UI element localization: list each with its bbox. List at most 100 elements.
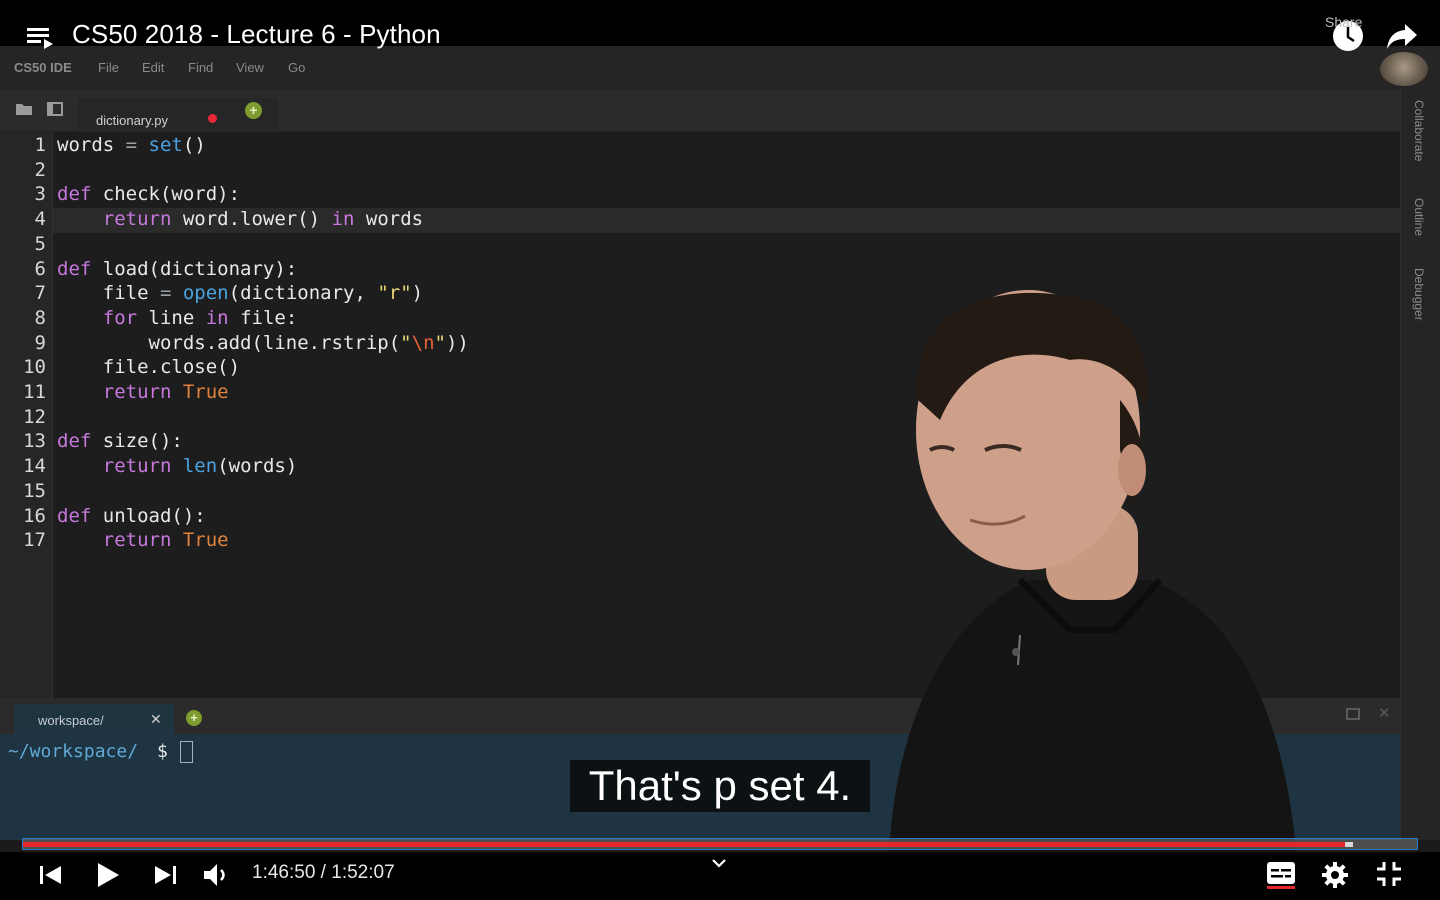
ide-menu-file: File: [98, 60, 119, 75]
file-tree-icon: [47, 102, 63, 116]
player-controls: 1:46:50 / 1:52:07: [0, 852, 1440, 900]
code-token: )): [445, 331, 469, 354]
code-token: def: [57, 257, 92, 280]
code-line: def size():: [57, 429, 183, 454]
line-number: 11: [23, 381, 46, 403]
code-token: words.add(line.rstrip(: [57, 331, 401, 354]
file-tab-label: dictionary.py: [96, 113, 169, 128]
share-label[interactable]: Share: [1325, 14, 1362, 30]
time-current: 1:46:50: [252, 862, 316, 883]
terminal-close-icon: ✕: [1378, 705, 1391, 722]
terminal-tab: workspace/ ✕: [14, 704, 174, 734]
code-line: def load(dictionary):: [57, 257, 297, 282]
code-line: return True: [57, 528, 229, 553]
line-number: 14: [23, 455, 46, 478]
code-line: file = open(dictionary, "r"): [57, 281, 423, 306]
code-token: \n: [411, 331, 435, 354]
code-token: True: [182, 529, 229, 552]
prompt-path: ~/workspace/: [8, 741, 139, 762]
line-number: 4: [34, 208, 46, 231]
code-line: def unload():: [57, 504, 206, 529]
code-token: return: [102, 208, 172, 231]
code-token: unload():: [91, 504, 206, 527]
code-token: check(word):: [91, 183, 241, 206]
window-restore-icon: [1346, 708, 1360, 720]
code-line: words.add(line.rstrip("\n")): [57, 331, 469, 356]
time-separator: /: [315, 862, 332, 883]
code-token: True: [182, 381, 229, 403]
settings-gear-icon[interactable]: [1321, 861, 1349, 889]
code-token: ": [434, 331, 446, 354]
code-line: for line in file:: [57, 306, 298, 331]
line-number: 13: [23, 430, 46, 453]
video-title[interactable]: CS50 2018 - Lecture 6 - Python: [72, 19, 441, 50]
side-tab-debugger: Debugger: [1412, 268, 1426, 321]
ide-user-avatar: [1380, 52, 1428, 86]
volume-icon[interactable]: [202, 861, 230, 889]
line-number: 16: [23, 504, 46, 527]
line-number: 5: [34, 232, 46, 255]
code-token: (words): [217, 455, 298, 478]
subtitles-icon[interactable]: [1266, 861, 1296, 889]
code-token: len: [182, 455, 218, 478]
line-number: 9: [34, 331, 46, 354]
code-token: (dictionary,: [228, 282, 378, 305]
player-top-bar: CS50 2018 - Lecture 6 - Python: [0, 0, 1440, 51]
code-token: load(dictionary):: [91, 257, 298, 280]
add-tab-icon: +: [245, 102, 262, 119]
ide-tabbar: dictionary.py: [0, 90, 1400, 132]
presenter-figure: [890, 290, 1295, 900]
code-token: return: [102, 529, 172, 552]
prompt-symbol: $: [157, 741, 168, 762]
progress-fill: [23, 842, 1345, 847]
code-token: return: [102, 381, 172, 403]
code-line: words = set(): [57, 133, 206, 158]
ide-menu-go: Go: [288, 60, 306, 75]
line-number: 7: [34, 282, 46, 305]
line-number: 12: [23, 405, 46, 428]
code-token: for: [102, 306, 138, 329]
line-gutter: 1 2 3 4 5 6 7 8 9 10 11 12 13 14 15 16 17: [0, 132, 53, 698]
code-token: file.close(): [57, 356, 241, 379]
code-token: set: [148, 134, 183, 156]
code-token: in: [331, 208, 355, 231]
code-token: in: [205, 306, 229, 329]
code-token: return: [102, 455, 172, 478]
code-line: file.close(): [57, 355, 240, 380]
add-terminal-icon: +: [186, 710, 202, 726]
time-display: 1:46:50 / 1:52:07: [252, 862, 395, 884]
progress-buffer: [1344, 842, 1353, 847]
play-icon[interactable]: [96, 862, 120, 888]
line-number: 2: [34, 158, 46, 181]
next-icon[interactable]: [154, 864, 176, 886]
code-token: word.lower(): [171, 208, 332, 231]
code-line: return len(words): [57, 454, 298, 479]
code-token: =: [159, 282, 172, 305]
code-token: open: [182, 282, 229, 305]
ide-menu-find: Find: [188, 60, 214, 75]
line-number: 3: [34, 183, 46, 206]
line-number: 6: [34, 257, 46, 280]
code-token: "r": [377, 282, 412, 305]
code-line: return word.lower() in words: [57, 207, 423, 232]
progress-bar[interactable]: [22, 838, 1418, 850]
code-token: words: [57, 134, 126, 156]
side-tab-outline: Outline: [1412, 198, 1426, 237]
unsaved-dot-icon: [208, 114, 217, 123]
time-total: 1:52:07: [331, 862, 395, 883]
chevron-down-icon[interactable]: [710, 856, 728, 872]
code-token: def: [57, 504, 92, 527]
playlist-icon[interactable]: [27, 25, 55, 49]
share-icon[interactable]: [1386, 22, 1418, 50]
line-number: 15: [23, 479, 46, 502]
previous-icon[interactable]: [40, 864, 62, 886]
exit-fullscreen-icon[interactable]: [1376, 861, 1402, 887]
